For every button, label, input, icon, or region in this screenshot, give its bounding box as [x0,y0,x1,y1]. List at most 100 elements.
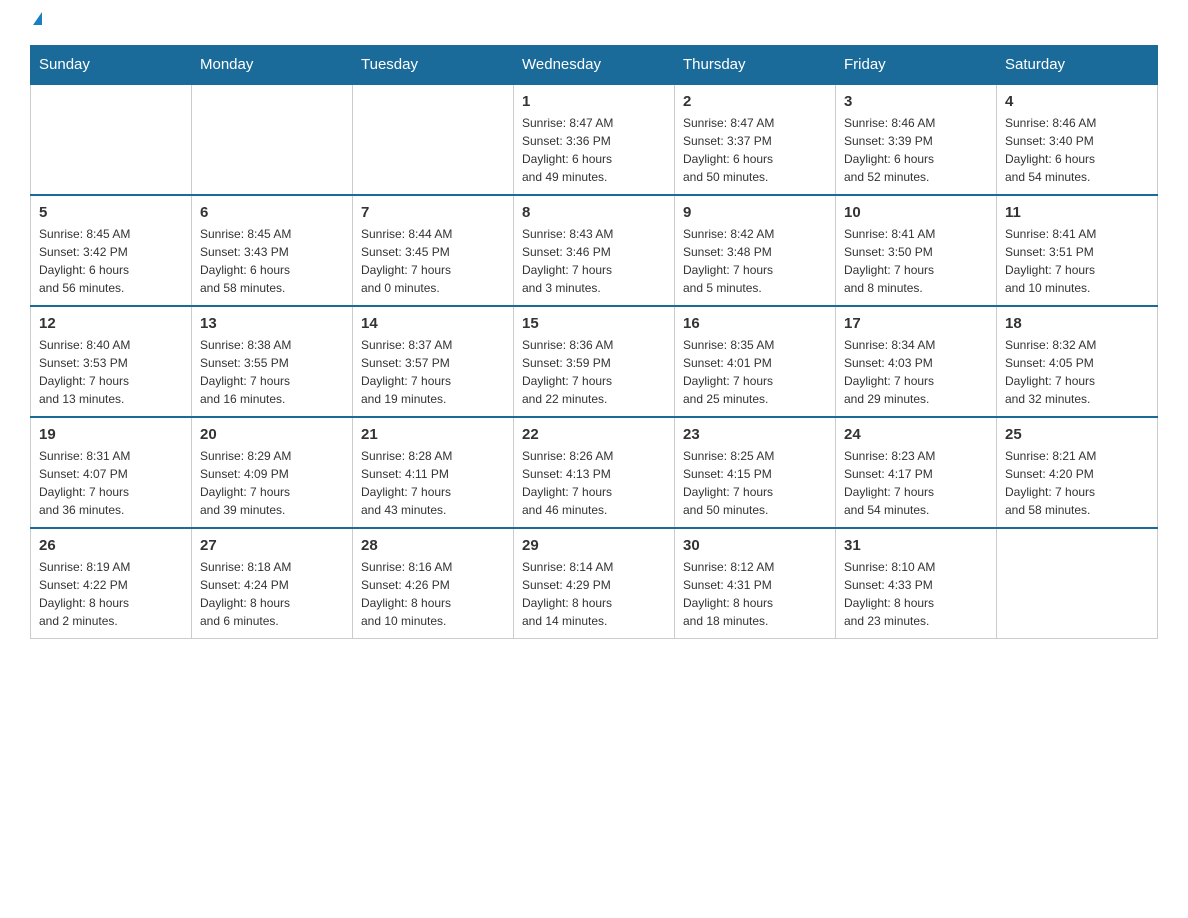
day-info: Sunrise: 8:40 AM Sunset: 3:53 PM Dayligh… [39,336,183,408]
day-info: Sunrise: 8:41 AM Sunset: 3:51 PM Dayligh… [1005,225,1149,297]
calendar-cell: 18 Sunrise: 8:32 AM Sunset: 4:05 PM Dayli… [997,306,1158,417]
calendar-cell: 8Sunrise: 8:43 AM Sunset: 3:46 PM Daylig… [514,195,675,306]
calendar-cell [31,84,192,195]
weekday-header-monday: Monday [192,46,353,85]
calendar-cell: 15 Sunrise: 8:36 AM Sunset: 3:59 PM Dayli… [514,306,675,417]
day-info: Sunrise: 8:28 AM Sunset: 4:11 PM Dayligh… [361,447,505,519]
day-number: 28 [361,537,505,554]
calendar-cell: 7 Sunrise: 8:44 AM Sunset: 3:45 PM Daylig… [353,195,514,306]
calendar-cell: 25 Sunrise: 8:21 AM Sunset: 4:20 PM Dayli… [997,417,1158,528]
day-info: Sunrise: 8:32 AM Sunset: 4:05 PM Dayligh… [1005,336,1149,408]
calendar-table: SundayMondayTuesdayWednesdayThursdayFrid… [30,45,1158,639]
calendar-cell: 1 Sunrise: 8:47 AM Sunset: 3:36 PM Daylig… [514,84,675,195]
calendar-cell: 9Sunrise: 8:42 AM Sunset: 3:48 PM Daylig… [675,195,836,306]
weekday-header-tuesday: Tuesday [353,46,514,85]
day-number: 17 [844,315,988,332]
day-info: Sunrise: 8:47 AM Sunset: 3:37 PM Dayligh… [683,114,827,186]
calendar-cell: 4 Sunrise: 8:46 AM Sunset: 3:40 PM Daylig… [997,84,1158,195]
calendar-cell: 13 Sunrise: 8:38 AM Sunset: 3:55 PM Dayli… [192,306,353,417]
calendar-cell: 16 Sunrise: 8:35 AM Sunset: 4:01 PM Dayli… [675,306,836,417]
day-info: Sunrise: 8:10 AM Sunset: 4:33 PM Dayligh… [844,558,988,630]
day-info: Sunrise: 8:14 AM Sunset: 4:29 PM Dayligh… [522,558,666,630]
page-header [30,20,1158,25]
week-row-5: 26 Sunrise: 8:19 AM Sunset: 4:22 PM Dayli… [31,528,1158,639]
calendar-cell: 3 Sunrise: 8:46 AM Sunset: 3:39 PM Daylig… [836,84,997,195]
day-number: 12 [39,315,183,332]
week-row-2: 5 Sunrise: 8:45 AM Sunset: 3:42 PM Daylig… [31,195,1158,306]
weekday-header-wednesday: Wednesday [514,46,675,85]
day-info: Sunrise: 8:41 AM Sunset: 3:50 PM Dayligh… [844,225,988,297]
calendar-cell: 10 Sunrise: 8:41 AM Sunset: 3:50 PM Dayli… [836,195,997,306]
day-number: 8 [522,204,666,221]
day-number: 23 [683,426,827,443]
day-number: 18 [1005,315,1149,332]
calendar-cell: 2 Sunrise: 8:47 AM Sunset: 3:37 PM Daylig… [675,84,836,195]
day-info: Sunrise: 8:44 AM Sunset: 3:45 PM Dayligh… [361,225,505,297]
day-number: 16 [683,315,827,332]
day-info: Sunrise: 8:35 AM Sunset: 4:01 PM Dayligh… [683,336,827,408]
weekday-header-sunday: Sunday [31,46,192,85]
day-number: 31 [844,537,988,554]
day-number: 29 [522,537,666,554]
day-info: Sunrise: 8:18 AM Sunset: 4:24 PM Dayligh… [200,558,344,630]
calendar-cell: 23 Sunrise: 8:25 AM Sunset: 4:15 PM Dayli… [675,417,836,528]
day-number: 2 [683,93,827,110]
day-number: 19 [39,426,183,443]
day-info: Sunrise: 8:36 AM Sunset: 3:59 PM Dayligh… [522,336,666,408]
calendar-cell: 14 Sunrise: 8:37 AM Sunset: 3:57 PM Dayli… [353,306,514,417]
day-number: 1 [522,93,666,110]
day-info: Sunrise: 8:45 AM Sunset: 3:43 PM Dayligh… [200,225,344,297]
calendar-cell: 31 Sunrise: 8:10 AM Sunset: 4:33 PM Dayli… [836,528,997,639]
calendar-cell [192,84,353,195]
day-number: 21 [361,426,505,443]
day-number: 3 [844,93,988,110]
day-info: Sunrise: 8:47 AM Sunset: 3:36 PM Dayligh… [522,114,666,186]
day-info: Sunrise: 8:37 AM Sunset: 3:57 PM Dayligh… [361,336,505,408]
calendar-cell: 30Sunrise: 8:12 AM Sunset: 4:31 PM Dayli… [675,528,836,639]
day-number: 4 [1005,93,1149,110]
day-number: 5 [39,204,183,221]
day-info: Sunrise: 8:46 AM Sunset: 3:39 PM Dayligh… [844,114,988,186]
day-number: 14 [361,315,505,332]
weekday-header-row: SundayMondayTuesdayWednesdayThursdayFrid… [31,46,1158,85]
day-number: 25 [1005,426,1149,443]
day-number: 11 [1005,204,1149,221]
calendar-cell: 12 Sunrise: 8:40 AM Sunset: 3:53 PM Dayli… [31,306,192,417]
day-info: Sunrise: 8:46 AM Sunset: 3:40 PM Dayligh… [1005,114,1149,186]
day-number: 26 [39,537,183,554]
day-info: Sunrise: 8:12 AM Sunset: 4:31 PM Dayligh… [683,558,827,630]
calendar-cell: 20Sunrise: 8:29 AM Sunset: 4:09 PM Dayli… [192,417,353,528]
weekday-header-thursday: Thursday [675,46,836,85]
logo [30,20,42,25]
day-info: Sunrise: 8:31 AM Sunset: 4:07 PM Dayligh… [39,447,183,519]
day-info: Sunrise: 8:23 AM Sunset: 4:17 PM Dayligh… [844,447,988,519]
calendar-cell [997,528,1158,639]
day-info: Sunrise: 8:26 AM Sunset: 4:13 PM Dayligh… [522,447,666,519]
calendar-cell: 11 Sunrise: 8:41 AM Sunset: 3:51 PM Dayli… [997,195,1158,306]
day-info: Sunrise: 8:25 AM Sunset: 4:15 PM Dayligh… [683,447,827,519]
week-row-4: 19 Sunrise: 8:31 AM Sunset: 4:07 PM Dayli… [31,417,1158,528]
day-number: 10 [844,204,988,221]
week-row-1: 1 Sunrise: 8:47 AM Sunset: 3:36 PM Daylig… [31,84,1158,195]
day-number: 7 [361,204,505,221]
day-info: Sunrise: 8:21 AM Sunset: 4:20 PM Dayligh… [1005,447,1149,519]
day-info: Sunrise: 8:42 AM Sunset: 3:48 PM Dayligh… [683,225,827,297]
calendar-cell: 19 Sunrise: 8:31 AM Sunset: 4:07 PM Dayli… [31,417,192,528]
calendar-cell: 17 Sunrise: 8:34 AM Sunset: 4:03 PM Dayli… [836,306,997,417]
calendar-cell: 27Sunrise: 8:18 AM Sunset: 4:24 PM Dayli… [192,528,353,639]
calendar-cell: 28 Sunrise: 8:16 AM Sunset: 4:26 PM Dayli… [353,528,514,639]
day-info: Sunrise: 8:29 AM Sunset: 4:09 PM Dayligh… [200,447,344,519]
day-info: Sunrise: 8:34 AM Sunset: 4:03 PM Dayligh… [844,336,988,408]
day-info: Sunrise: 8:38 AM Sunset: 3:55 PM Dayligh… [200,336,344,408]
day-info: Sunrise: 8:16 AM Sunset: 4:26 PM Dayligh… [361,558,505,630]
calendar-cell: 22 Sunrise: 8:26 AM Sunset: 4:13 PM Dayli… [514,417,675,528]
day-number: 22 [522,426,666,443]
weekday-header-friday: Friday [836,46,997,85]
week-row-3: 12 Sunrise: 8:40 AM Sunset: 3:53 PM Dayli… [31,306,1158,417]
calendar-cell: 26 Sunrise: 8:19 AM Sunset: 4:22 PM Dayli… [31,528,192,639]
day-number: 24 [844,426,988,443]
day-info: Sunrise: 8:45 AM Sunset: 3:42 PM Dayligh… [39,225,183,297]
day-number: 13 [200,315,344,332]
day-info: Sunrise: 8:19 AM Sunset: 4:22 PM Dayligh… [39,558,183,630]
day-number: 15 [522,315,666,332]
